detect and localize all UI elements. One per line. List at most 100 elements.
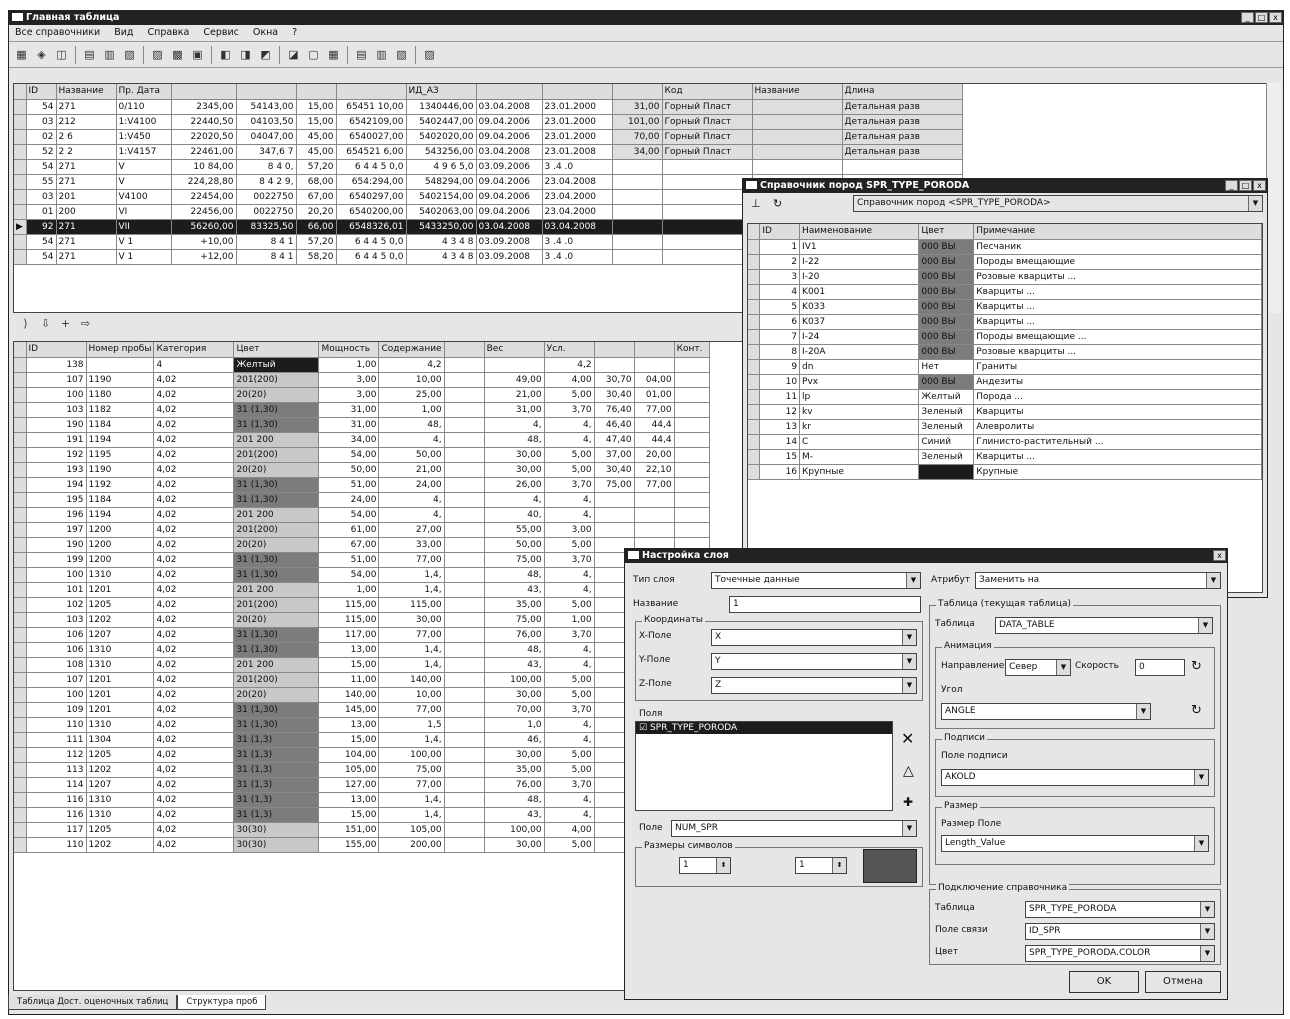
table-cell[interactable]: 3,70 <box>544 402 595 418</box>
table-cell[interactable]: 654:294,00 <box>336 174 407 190</box>
table-cell[interactable]: 25,00 <box>378 387 445 403</box>
table-cell[interactable] <box>444 582 485 598</box>
table-cell[interactable]: 4,02 <box>153 837 235 853</box>
table-cell[interactable]: V4100 <box>116 189 172 205</box>
table-cell[interactable]: Крупные <box>799 464 920 480</box>
sub-toolbar-icon[interactable]: ⇩ <box>37 316 54 332</box>
table-row[interactable]: 197 1200 4,02 201(200) 61,00 27,00 55,00 3,00 <box>14 522 710 538</box>
table-cell[interactable] <box>674 372 710 388</box>
row-indicator[interactable] <box>14 777 27 793</box>
row-indicator[interactable] <box>748 269 761 285</box>
table-row[interactable]: 101 1201 4,02 201 200 1,00 1,4, 43, 4, <box>14 582 710 598</box>
map-icon[interactable]: ◨ <box>237 47 254 63</box>
table-cell[interactable]: 31 (1,30) <box>233 702 320 718</box>
table-cell[interactable] <box>444 492 485 508</box>
table-cell[interactable]: 4,2 <box>378 357 445 373</box>
table-cell[interactable]: 1207 <box>86 627 155 643</box>
table-row[interactable]: 14 C Синий Глинисто-растительный ... <box>748 434 1262 450</box>
table-cell[interactable]: V 1 <box>116 249 172 265</box>
table-cell[interactable]: 67,00 <box>296 189 337 205</box>
table-row[interactable]: 100 1201 4,02 20(20) 140,00 10,00 30,00 5,00 <box>14 687 710 703</box>
table-row[interactable]: 102 1205 4,02 201(200) 115,00 115,00 35,00 5,00 <box>14 597 710 613</box>
table-cell[interactable]: 127,00 <box>318 777 380 793</box>
table-row[interactable]: 107 1201 4,02 201(200) 11,00 140,00 100,00 5,00 <box>14 672 710 688</box>
row-indicator[interactable] <box>14 99 27 115</box>
table-cell[interactable]: 548294,00 <box>406 174 477 190</box>
table-cell[interactable]: 3 .4 .0 <box>542 249 613 265</box>
table-cell[interactable] <box>444 387 485 403</box>
table-cell[interactable]: 1207 <box>86 777 155 793</box>
export-icon[interactable]: ▩ <box>169 47 186 63</box>
table-cell[interactable]: 70,00 <box>612 129 663 145</box>
table-cell[interactable]: 3,70 <box>544 627 595 643</box>
table-cell[interactable]: 23.04.2008 <box>542 174 613 190</box>
table-cell[interactable]: 23.01.2000 <box>542 129 613 145</box>
table-cell[interactable]: kv <box>799 404 920 420</box>
table-cell[interactable]: 271 <box>56 174 117 190</box>
table-cell[interactable]: 4,02 <box>153 792 235 808</box>
table-cell[interactable]: 1,4, <box>378 657 445 673</box>
table-row[interactable]: 110 1202 4,02 30(30) 155,00 200,00 30,00 5,00 <box>14 837 710 853</box>
table-cell[interactable]: 31 (1,30) <box>233 492 320 508</box>
table-cell[interactable]: 37,00 <box>594 447 635 463</box>
table-cell[interactable] <box>594 507 635 523</box>
table-cell[interactable]: Крупные <box>973 464 1262 480</box>
table-cell[interactable]: 45,00 <box>296 144 337 160</box>
table-cell[interactable]: 13,00 <box>318 717 380 733</box>
table-cell[interactable] <box>674 522 710 538</box>
size-spinner-1[interactable]: 1 ⬍ <box>679 857 731 874</box>
table-cell[interactable] <box>674 357 710 373</box>
table-cell[interactable]: Зеленый <box>918 404 975 420</box>
table-row[interactable]: 11 lp Желтый Порода ... <box>748 389 1262 405</box>
table-cell[interactable]: Детальная разв <box>842 114 963 130</box>
copy-icon[interactable]: ◪ <box>285 47 302 63</box>
table-cell[interactable]: 6540027,00 <box>336 129 407 145</box>
table-cell[interactable]: Кварциты ... <box>973 299 1262 315</box>
table-cell[interactable]: Породы вмещающие <box>973 254 1262 270</box>
table-cell[interactable] <box>444 822 485 838</box>
column-header[interactable]: Категория <box>153 342 235 358</box>
table-cell[interactable]: 3,00 <box>544 522 595 538</box>
table-cell[interactable]: 2 <box>759 254 801 270</box>
table-cell[interactable]: 201(200) <box>233 672 320 688</box>
table-select[interactable]: DATA_TABLE ▼ <box>995 617 1213 634</box>
table-cell[interactable]: Кварциты ... <box>973 449 1262 465</box>
table-cell[interactable]: 6540297,00 <box>336 189 407 205</box>
column-header[interactable] <box>542 84 613 100</box>
table-cell[interactable]: 3,70 <box>544 702 595 718</box>
table-cell[interactable] <box>842 159 963 175</box>
table-cell[interactable]: 6 <box>759 314 801 330</box>
table-cell[interactable]: 09.04.2006 <box>476 129 543 145</box>
table-row[interactable]: 111 1304 4,02 31 (1,3) 15,00 1,4, 46, 4, <box>14 732 710 748</box>
table-cell[interactable]: 4 <box>153 357 235 373</box>
maximize-button[interactable]: □ <box>1255 12 1268 23</box>
field-select[interactable]: NUM_SPR ▼ <box>671 820 917 837</box>
table-cell[interactable]: 10,00 <box>378 687 445 703</box>
edit-icon[interactable]: ◩ <box>257 47 274 63</box>
table-cell[interactable] <box>612 174 663 190</box>
table-cell[interactable]: 1200 <box>86 537 155 553</box>
row-indicator[interactable] <box>14 129 27 145</box>
table-cell[interactable] <box>662 189 753 205</box>
table-cell[interactable]: 4,02 <box>153 747 235 763</box>
table-cell[interactable] <box>444 657 485 673</box>
table-cell[interactable]: 54143,00 <box>236 99 297 115</box>
table-cell[interactable]: 46,40 <box>594 417 635 433</box>
table-cell[interactable]: 4,02 <box>153 417 235 433</box>
table-cell[interactable] <box>444 612 485 628</box>
table-cell[interactable]: V <box>116 174 172 190</box>
table-cell[interactable] <box>662 234 753 250</box>
table-cell[interactable]: 54 <box>26 234 57 250</box>
table-cell[interactable]: 30,00 <box>484 747 545 763</box>
table-cell[interactable]: K033 <box>799 299 920 315</box>
maximize-button[interactable]: □ <box>1239 180 1252 191</box>
table-cell[interactable]: 1,4, <box>378 807 445 823</box>
table-cell[interactable]: 4,02 <box>153 567 235 583</box>
table-cell[interactable] <box>662 204 753 220</box>
table-row[interactable]: 116 1310 4,02 31 (1,3) 15,00 1,4, 43, 4, <box>14 807 710 823</box>
name-input[interactable]: 1 <box>729 596 921 613</box>
table-cell[interactable]: 4,02 <box>153 642 235 658</box>
table-cell[interactable] <box>444 627 485 643</box>
table-cell[interactable]: 194 <box>26 477 87 493</box>
table-cell[interactable]: 4,02 <box>153 432 235 448</box>
